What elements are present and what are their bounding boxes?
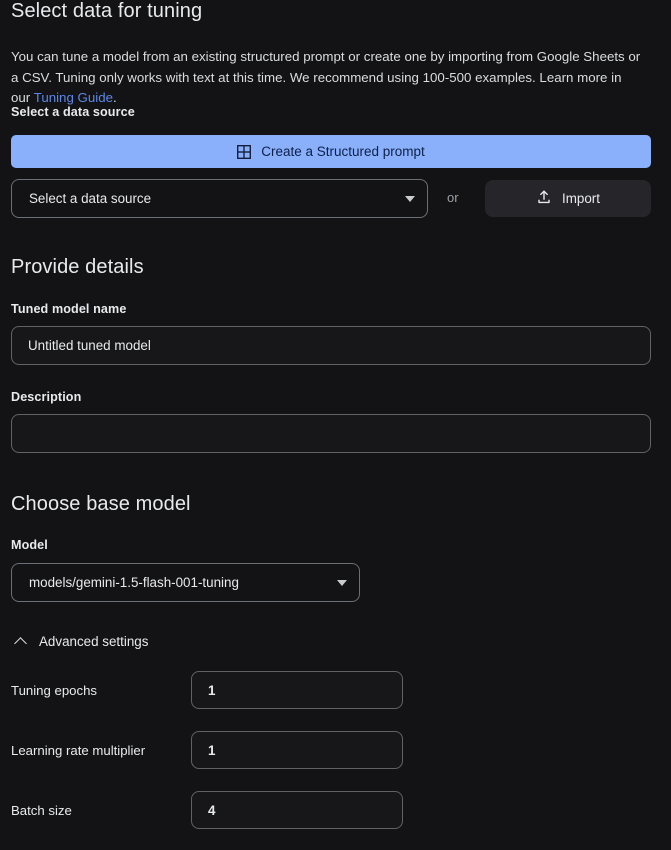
tuning-epochs-label: Tuning epochs (11, 682, 97, 699)
tuning-description: You can tune a model from an existing st… (11, 47, 643, 109)
batch-size-label: Batch size (11, 802, 72, 819)
tuned-model-name-label: Tuned model name (11, 301, 126, 317)
create-structured-prompt-label: Create a Structured prompt (261, 144, 425, 159)
model-label: Model (11, 537, 48, 553)
chevron-down-icon (405, 196, 415, 202)
data-source-select-value: Select a data source (29, 191, 399, 206)
learning-rate-multiplier-label: Learning rate multiplier (11, 742, 145, 759)
learning-rate-multiplier-input[interactable] (191, 731, 403, 769)
advanced-settings-label: Advanced settings (39, 634, 148, 649)
tuning-epochs-input[interactable] (191, 671, 403, 709)
provide-details-title: Provide details (11, 254, 144, 280)
upload-icon (536, 189, 552, 208)
base-model-select-value: models/gemini-1.5-flash-001-tuning (29, 575, 331, 590)
or-separator: or (447, 190, 459, 205)
import-button-label: Import (562, 191, 600, 206)
import-button[interactable]: Import (485, 180, 651, 217)
description-label: Description (11, 389, 81, 405)
tuning-settings-page: Select data for tuning You can tune a mo… (0, 0, 671, 850)
tuned-model-name-input[interactable] (11, 326, 651, 365)
choose-base-model-title: Choose base model (11, 491, 191, 517)
data-source-select[interactable]: Select a data source (11, 179, 428, 218)
base-model-select[interactable]: models/gemini-1.5-flash-001-tuning (11, 563, 360, 602)
chevron-down-icon (337, 580, 347, 586)
batch-size-input[interactable] (191, 791, 403, 829)
page-title: Select data for tuning (11, 0, 202, 24)
data-source-label: Select a data source (11, 104, 135, 120)
create-structured-prompt-button[interactable]: Create a Structured prompt (11, 135, 651, 168)
description-input[interactable] (11, 414, 651, 453)
chevron-up-icon (15, 635, 27, 647)
advanced-settings-toggle[interactable]: Advanced settings (11, 629, 148, 653)
grid-icon (237, 145, 251, 159)
